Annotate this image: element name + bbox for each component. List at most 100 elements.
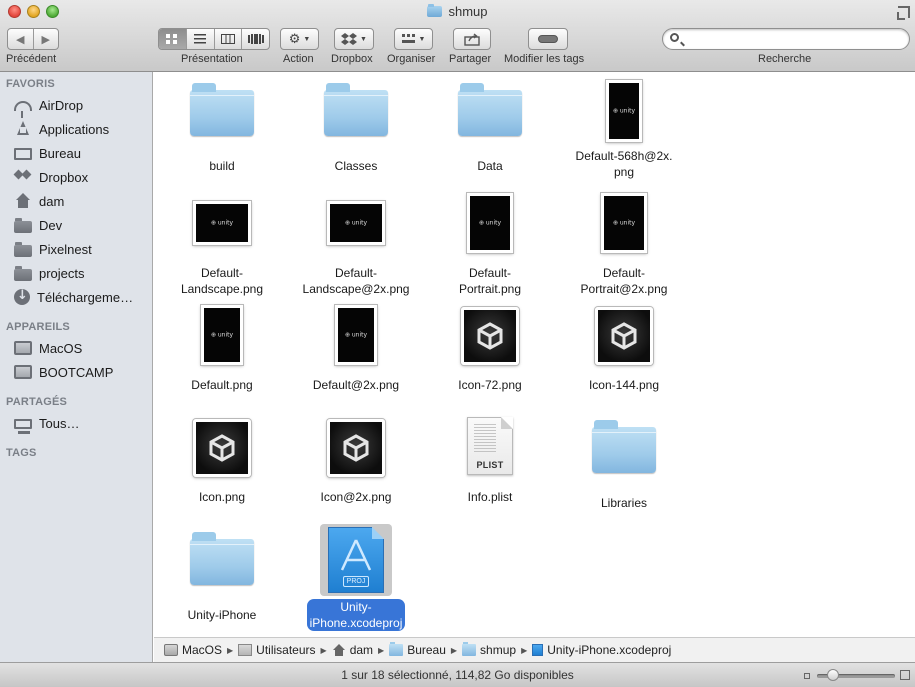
unity-logo-text: ⊕ unity: [344, 331, 368, 339]
path-item-label: shmup: [480, 643, 517, 657]
image-thumbnail-icon: ⊕ unity: [423, 193, 557, 259]
file-name: Default- Landscape.png: [180, 266, 264, 296]
arrange-label: Organiser: [387, 53, 436, 65]
unity-logo-text: ⊕ unity: [210, 219, 234, 227]
hard-disk-icon: [14, 365, 32, 379]
file-item[interactable]: Unity-iPhone: [155, 532, 289, 623]
sidebar-item-airdrop[interactable]: AirDrop: [0, 94, 152, 118]
search-input[interactable]: [685, 31, 905, 47]
sidebar-item-dev[interactable]: Dev: [0, 214, 152, 236]
file-item[interactable]: ⊕ unity Default- Portrait@2x.png: [557, 193, 691, 297]
search-field[interactable]: [662, 28, 910, 50]
folder-icon: [14, 242, 32, 257]
list-view-icon: [194, 34, 207, 44]
forward-button[interactable]: ▶: [34, 29, 59, 49]
users-folder-icon: [238, 644, 253, 656]
unity-logo-text: ⊕ unity: [210, 331, 234, 339]
file-item-selected[interactable]: PROJ Unity- iPhone.xcodeproj: [289, 524, 423, 631]
file-icon-grid: build Classes Data ⊕ unity Default-568h@…: [154, 72, 915, 637]
sidebar-item-applications[interactable]: Applications: [0, 118, 152, 140]
sidebar-item-bootcamp[interactable]: BOOTCAMP: [0, 361, 152, 383]
file-item[interactable]: build: [155, 83, 289, 174]
folder-icon: [289, 83, 423, 152]
file-name: Data: [477, 159, 503, 173]
sidebar-item-pixelnest[interactable]: Pixelnest: [0, 238, 152, 260]
sidebar-item-home[interactable]: dam: [0, 190, 152, 212]
folder-icon: [423, 83, 557, 152]
desktop-icon: [14, 148, 32, 160]
fullscreen-icon[interactable]: [897, 6, 910, 20]
arrange-button[interactable]: ▼: [394, 28, 433, 50]
hard-disk-icon: [164, 644, 178, 656]
sidebar-item-downloads[interactable]: Téléchargeme…: [0, 286, 152, 308]
image-thumbnail-icon: ⊕ unity: [289, 197, 423, 259]
file-name: build: [209, 159, 235, 173]
list-view-button[interactable]: [187, 29, 215, 49]
icon-size-slider-knob[interactable]: [826, 669, 839, 681]
plist-badge: PLIST: [476, 460, 504, 470]
path-separator-icon: ▶: [227, 645, 234, 655]
file-item[interactable]: Icon.png: [155, 419, 289, 505]
image-thumbnail-icon: ⊕ unity: [155, 197, 289, 259]
file-item[interactable]: ⊕ unity Default- Landscape.png: [155, 197, 289, 297]
file-name: Icon.png: [198, 490, 246, 504]
file-item[interactable]: ⊕ unity Default@2x.png: [289, 305, 423, 393]
action-button[interactable]: ⚙ ▼: [280, 28, 319, 50]
share-button[interactable]: [453, 28, 491, 50]
back-forward-label: Précédent: [6, 53, 57, 65]
path-item-macos[interactable]: MacOS: [164, 643, 222, 657]
dropbox-button[interactable]: ▼: [334, 28, 374, 50]
coverflow-view-button[interactable]: [242, 29, 269, 49]
path-separator-icon: ▶: [450, 645, 458, 655]
sidebar-item-label: Téléchargeme…: [37, 289, 134, 305]
path-item-users[interactable]: Utilisateurs: [238, 643, 316, 657]
file-item[interactable]: PLIST Info.plist: [423, 417, 557, 505]
unity-app-icon: [557, 307, 691, 371]
file-item[interactable]: Icon-72.png: [423, 307, 557, 393]
applications-icon: [14, 121, 32, 137]
file-item[interactable]: Classes: [289, 83, 423, 174]
file-item[interactable]: ⊕ unity Default- Portrait.png: [423, 193, 557, 297]
path-item-label: Bureau: [407, 643, 446, 657]
gear-icon: ⚙: [288, 31, 301, 47]
path-item-shmup[interactable]: shmup: [462, 642, 517, 657]
hard-disk-icon: [14, 341, 32, 355]
folder-icon: [557, 420, 691, 489]
sidebar-item-desktop[interactable]: Bureau: [0, 142, 152, 164]
chevron-down-icon: ▼: [360, 35, 367, 43]
status-text: 1 sur 18 sélectionné, 114,82 Go disponib…: [341, 668, 574, 682]
sidebar-item-projects[interactable]: projects: [0, 262, 152, 284]
file-name: Default- Portrait.png: [458, 266, 522, 296]
sidebar-item-macos[interactable]: MacOS: [0, 337, 152, 359]
chevron-down-icon: ▼: [303, 35, 311, 43]
folder-icon: [14, 266, 32, 281]
folder-icon: [427, 4, 443, 17]
column-view-button[interactable]: [215, 29, 243, 49]
file-item[interactable]: ⊕ unity Default.png: [155, 305, 289, 393]
file-name: Icon@2x.png: [320, 490, 392, 504]
sidebar-item-all-shared[interactable]: Tous…: [0, 412, 152, 434]
home-icon: [332, 644, 346, 656]
sidebar-item-label: Bureau: [39, 145, 81, 161]
file-item[interactable]: ⊕ unity Default- Landscape@2x.png: [289, 197, 423, 297]
chevron-down-icon: ▼: [418, 35, 426, 43]
edit-tags-label: Modifier les tags: [504, 53, 585, 65]
search-icon: [670, 33, 679, 42]
path-item-xcodeproj[interactable]: Unity-iPhone.xcodeproj: [532, 643, 671, 657]
sidebar-item-label: BOOTCAMP: [39, 364, 114, 380]
back-button[interactable]: ◀: [8, 29, 34, 49]
folder-icon: [14, 218, 32, 233]
icon-view-button[interactable]: [159, 29, 187, 49]
file-item[interactable]: Data: [423, 83, 557, 174]
selection-highlight: PROJ: [320, 524, 392, 596]
path-item-home[interactable]: dam: [332, 643, 373, 657]
path-item-desktop[interactable]: Bureau: [389, 642, 446, 657]
file-item[interactable]: ⊕ unity Default-568h@2x. png: [557, 80, 691, 180]
file-item[interactable]: Icon@2x.png: [289, 419, 423, 505]
path-item-label: Unity-iPhone.xcodeproj: [547, 643, 672, 657]
sidebar-item-label: MacOS: [39, 340, 83, 356]
file-item[interactable]: Libraries: [557, 420, 691, 511]
edit-tags-button[interactable]: [528, 28, 568, 50]
file-item[interactable]: Icon-144.png: [557, 307, 691, 393]
sidebar-item-dropbox[interactable]: Dropbox: [0, 166, 152, 188]
